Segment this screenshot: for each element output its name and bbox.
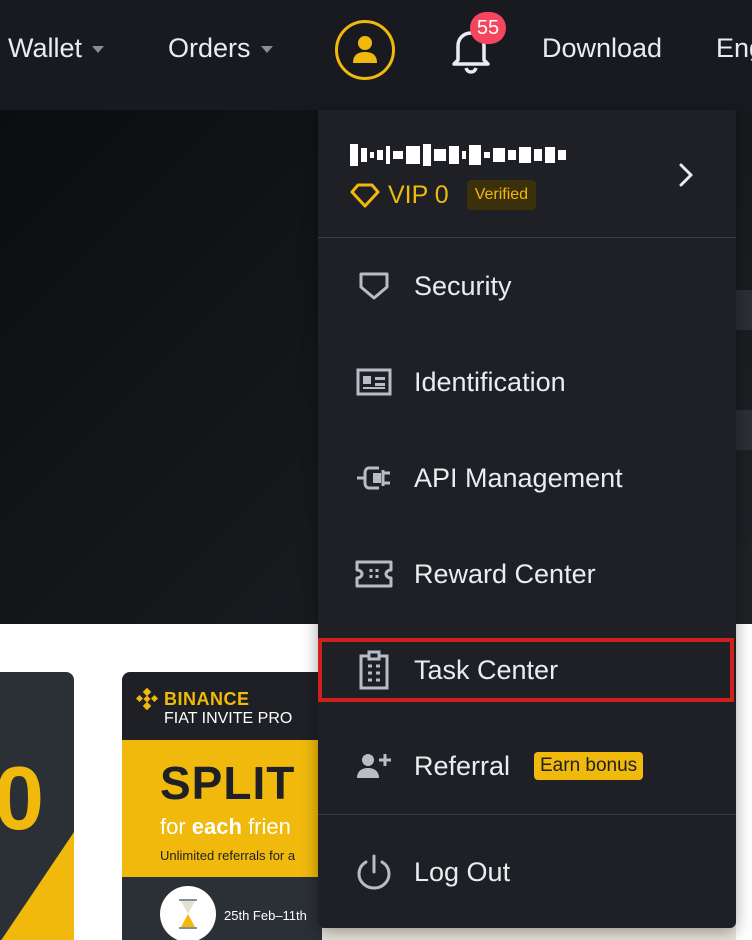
nav-wallet[interactable]: Wallet — [8, 28, 105, 68]
menu-item-api-management[interactable]: API Management — [318, 430, 736, 526]
nav-wallet-label: Wallet — [8, 32, 83, 63]
account-dropdown-menu: VIP 0 Verified Security Identification A… — [318, 110, 736, 928]
id-card-icon — [354, 362, 394, 402]
promo-card-fiat-invite[interactable]: BINANCE FIAT INVITE PRO SPLIT for each f… — [122, 672, 322, 940]
promo-for-suffix: frien — [241, 814, 291, 839]
promo-unlimited-text: Unlimited referrals for a — [160, 848, 296, 863]
decorative-triangle — [0, 832, 74, 940]
power-icon — [354, 852, 394, 892]
vip-level: VIP 0 — [388, 180, 449, 209]
diamond-icon — [350, 183, 380, 208]
plug-icon — [354, 458, 394, 498]
menu-item-security[interactable]: Security — [318, 238, 736, 334]
vip-status: VIP 0 Verified — [350, 180, 537, 210]
promo-headline: SPLIT — [160, 757, 296, 809]
menu-item-referral[interactable]: Referral Earn bonus — [318, 718, 736, 814]
ticket-icon — [354, 554, 394, 594]
binance-logo-icon — [136, 688, 158, 710]
promo-card-left-digit: 0 — [0, 749, 45, 849]
account-profile-link[interactable]: VIP 0 Verified — [318, 110, 736, 238]
menu-item-task-center[interactable]: Task Center — [318, 622, 736, 718]
menu-item-log-out[interactable]: Log Out — [318, 824, 736, 920]
nav-download[interactable]: Download — [542, 28, 662, 68]
menu-divider — [318, 814, 736, 815]
nav-orders-label: Orders — [168, 32, 251, 63]
menu-item-identification-label: Identification — [414, 366, 566, 397]
promo-date: 25th Feb–11th — [224, 908, 307, 923]
hero-strip — [736, 290, 752, 330]
menu-item-referral-label: Referral — [414, 750, 511, 781]
promo-subtitle: FIAT INVITE PRO — [164, 710, 293, 727]
hourglass-icon — [160, 886, 216, 940]
promo-brand: BINANCE — [164, 688, 250, 709]
promo-for-line: for each frien — [160, 814, 291, 840]
caret-down-icon — [92, 45, 105, 53]
user-avatar-icon[interactable] — [335, 20, 395, 80]
menu-item-reward-center[interactable]: Reward Center — [318, 526, 736, 622]
nav-orders[interactable]: Orders — [168, 28, 273, 68]
promo-card-left[interactable]: 0 — [0, 672, 74, 940]
nav-download-label: Download — [542, 32, 663, 63]
menu-item-api-management-label: API Management — [414, 462, 623, 493]
menu-item-reward-center-label: Reward Center — [414, 558, 596, 589]
nav-language[interactable]: Eng — [716, 28, 752, 68]
notification-count-badge: 55 — [470, 12, 506, 44]
promo-for-bold: each — [191, 814, 242, 839]
menu-item-security-label: Security — [414, 270, 512, 301]
chevron-right-icon — [679, 163, 693, 187]
verified-badge: Verified — [466, 180, 537, 210]
promo-for-prefix: for — [160, 814, 192, 839]
add-user-icon — [354, 746, 394, 786]
nav-language-label: Eng — [716, 32, 752, 63]
menu-item-task-center-label: Task Center — [414, 654, 559, 685]
earn-bonus-badge: Earn bonus — [534, 752, 644, 780]
shield-icon — [354, 266, 394, 306]
promo-card-header: BINANCE FIAT INVITE PRO — [122, 672, 322, 740]
menu-item-identification[interactable]: Identification — [318, 334, 736, 430]
promo-logo: BINANCE — [136, 688, 250, 710]
clipboard-icon — [354, 650, 394, 690]
menu-item-log-out-label: Log Out — [414, 856, 511, 887]
masked-email — [350, 144, 566, 166]
hero-strip — [736, 410, 752, 450]
caret-down-icon — [260, 45, 273, 53]
top-navigation-bar: Wallet Orders 55 Download Eng — [0, 0, 752, 110]
